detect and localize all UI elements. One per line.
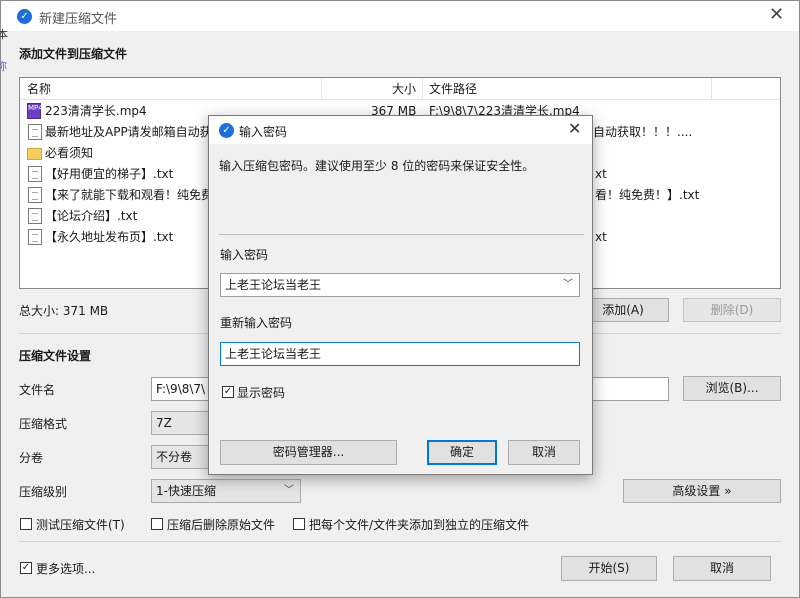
password-manager-button[interactable]: 密码管理器... (220, 440, 397, 465)
column-header-size[interactable]: 大小 (392, 78, 416, 100)
file-path: 箱自动获取！！！.... (581, 125, 693, 139)
text-file-icon (28, 229, 42, 245)
app-logo-icon: ✓ (17, 9, 32, 24)
show-password-label: 显示密码 (237, 386, 286, 400)
filename-label: 文件名 (19, 383, 56, 397)
delete-after-label: 压缩后删除原始文件 (167, 518, 276, 532)
reenter-password-field[interactable]: 上老王论坛当老王 (220, 342, 580, 366)
column-header-path[interactable]: 文件路径 (429, 78, 477, 100)
app-logo-icon: ✓ (219, 123, 234, 138)
dialog-title-bar: ✓ 输入密码 ✕ (209, 116, 592, 144)
text-file-icon (28, 166, 42, 182)
format-value: 7Z (156, 416, 172, 430)
column-header-name[interactable]: 名称 (27, 78, 51, 100)
start-button[interactable]: 开始(S) (561, 556, 657, 581)
text-file-icon (28, 208, 42, 224)
dialog-cancel-button[interactable]: 取消 (508, 440, 580, 465)
dialog-description: 输入压缩包密码。建议使用至少 8 位的密码来保证安全性。 (219, 159, 535, 173)
advanced-settings-button[interactable]: 高级设置 » (623, 479, 781, 503)
password-label: 输入密码 (220, 248, 269, 262)
file-name: 223清清学长.mp4 (45, 104, 147, 118)
file-name: 【好用便宜的梯子】.txt (45, 167, 174, 181)
separate-archives-checkbox[interactable] (293, 518, 305, 530)
dialog-title: 输入密码 (239, 125, 288, 139)
format-label: 压缩格式 (19, 417, 68, 431)
file-name: 必看须知 (45, 146, 94, 160)
split-label: 分卷 (19, 451, 44, 465)
file-name: 【永久地址发布页】.txt (45, 230, 174, 244)
total-size: 总大小: 371 MB (19, 304, 109, 318)
edge-clip-text: 本 (0, 28, 8, 41)
close-icon[interactable]: ✕ (769, 4, 784, 25)
file-path: xt (595, 167, 607, 181)
level-select[interactable]: 1-快速压缩 ﹀ (151, 479, 301, 503)
ok-button[interactable]: 确定 (427, 440, 497, 465)
reenter-password-label: 重新输入密码 (220, 316, 293, 330)
file-name: 【来了就能下载和观看！纯免费 (45, 188, 214, 202)
browse-button[interactable]: 浏览(B)... (683, 376, 781, 401)
test-checkbox-label: 测试压缩文件(T) (36, 518, 125, 532)
column-divider (711, 78, 712, 100)
file-name: 【论坛介绍】.txt (45, 209, 138, 223)
password-dialog: ✓ 输入密码 ✕ 输入压缩包密码。建议使用至少 8 位的密码来保证安全性。 输入… (208, 115, 593, 475)
delete-button[interactable]: 删除(D) (683, 298, 781, 322)
column-divider (422, 78, 423, 100)
close-icon[interactable]: ✕ (568, 119, 581, 138)
video-file-icon: MP4 (27, 103, 43, 119)
text-file-icon (28, 187, 42, 203)
separator (219, 234, 584, 235)
level-value: 1-快速压缩 (156, 484, 216, 498)
delete-after-checkbox[interactable] (151, 518, 163, 530)
cancel-button[interactable]: 取消 (673, 556, 771, 581)
chevron-down-icon[interactable]: ﹀ (563, 274, 573, 296)
show-password-checkbox[interactable]: ✓ (222, 386, 234, 398)
file-list-header: 名称 大小 文件路径 (20, 78, 780, 100)
settings-heading: 压缩文件设置 (19, 349, 92, 363)
password-value: 上老王论坛当老王 (225, 278, 322, 292)
password-field[interactable]: 上老王论坛当老王 ﹀ (220, 273, 580, 297)
add-files-heading: 添加文件到压缩文件 (19, 47, 128, 61)
split-value: 不分卷 (156, 450, 193, 464)
chevron-down-icon: ﹀ (284, 485, 294, 496)
file-path: 看！纯免费！】.txt (595, 188, 700, 202)
text-file-icon (28, 124, 42, 140)
test-checkbox[interactable] (20, 518, 32, 530)
separator (19, 541, 781, 542)
folder-icon (27, 148, 42, 160)
edge-clip-text: 称 (0, 60, 7, 73)
level-label: 压缩级别 (19, 485, 68, 499)
file-name: 最新地址及APP请发邮箱自动获 (45, 125, 212, 139)
more-options-checkbox[interactable]: ✓ (20, 562, 32, 574)
window-title: 新建压缩文件 (39, 12, 118, 27)
separate-archives-label: 把每个文件/文件夹添加到独立的压缩文件 (309, 518, 530, 532)
file-path: xt (595, 230, 607, 244)
title-bar: ✓ 新建压缩文件 ✕ (1, 1, 799, 31)
column-divider (321, 78, 322, 100)
more-options-label: 更多选项... (36, 562, 96, 576)
